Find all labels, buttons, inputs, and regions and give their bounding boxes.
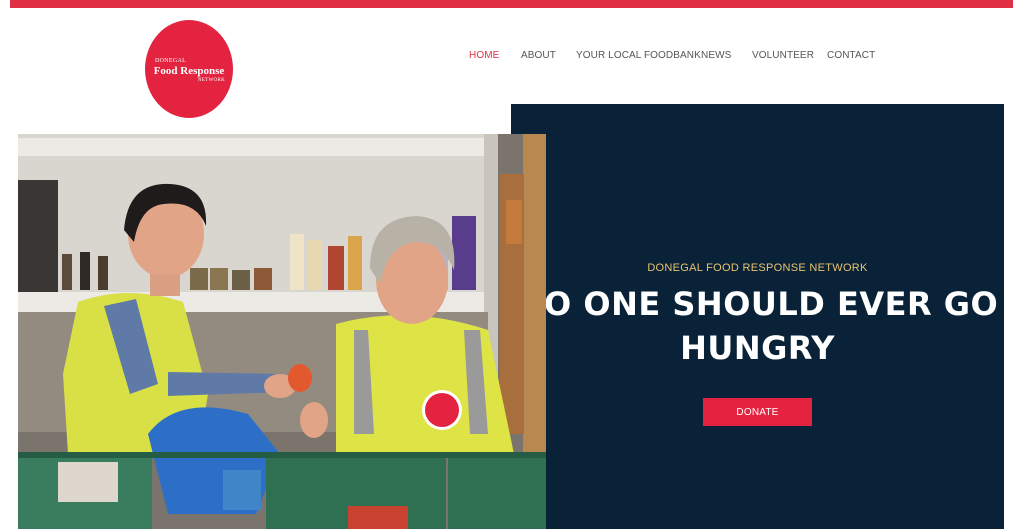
nav-item-news[interactable]: NEWS (701, 50, 731, 61)
nav-item-local-foodbank[interactable]: YOUR LOCAL FOODBANK (576, 50, 701, 61)
logo-line-3: NETWORK (197, 78, 225, 83)
hero-panel: DONEGAL FOOD RESPONSE NETWORK NO ONE SHO… (511, 104, 1004, 529)
volunteers-photo (18, 134, 546, 529)
top-accent-bar (10, 0, 1013, 8)
nav-item-contact[interactable]: CONTACT (827, 50, 875, 61)
logo-line-2: Food Response (153, 65, 225, 77)
nav-item-volunteer[interactable]: VOLUNTEER (752, 50, 814, 61)
volunteers-photo-illustration (18, 134, 546, 529)
donate-button[interactable]: DONATE (703, 398, 812, 426)
hero-subtitle: DONEGAL FOOD RESPONSE NETWORK (647, 262, 868, 274)
nav-item-home[interactable]: HOME (469, 50, 499, 61)
main-nav: HOME ABOUT YOUR LOCAL FOODBANK NEWS VOLU… (0, 50, 1013, 64)
logo[interactable]: DONEGAL Food Response NETWORK (145, 20, 233, 118)
nav-item-about[interactable]: ABOUT (521, 50, 556, 61)
hero-title: NO ONE SHOULD EVER GO HUNGRY (516, 285, 999, 367)
